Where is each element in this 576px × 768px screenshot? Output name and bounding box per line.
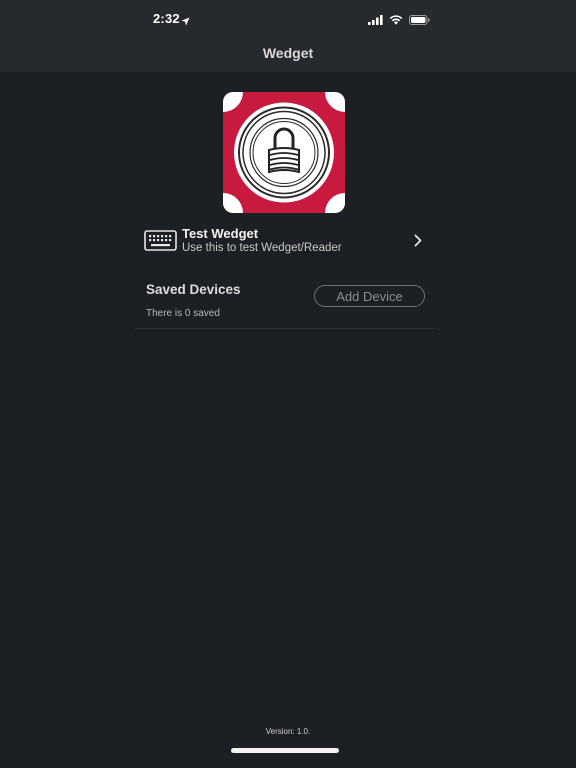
test-widget-title: Test Wedget <box>182 226 259 241</box>
location-arrow-icon <box>181 13 190 31</box>
section-divider <box>135 328 434 329</box>
test-widget-row[interactable]: Test Wedget Use this to test Wedget/Read… <box>144 226 434 260</box>
padlock-logo <box>223 92 345 213</box>
chevron-right-icon <box>414 234 422 252</box>
app-screen: 2:32 Wedget Test Wedget Use this to test… <box>0 0 576 768</box>
saved-devices-heading: Saved Devices <box>146 282 241 297</box>
add-device-button[interactable]: Add Device <box>314 285 425 307</box>
top-bar: 2:32 Wedget <box>0 0 576 72</box>
keyboard-icon <box>144 230 177 256</box>
battery-icon <box>409 12 430 30</box>
status-time: 2:32 <box>153 11 180 26</box>
status-icons <box>368 12 430 30</box>
saved-devices-count: There is 0 saved <box>146 308 220 319</box>
wifi-icon <box>389 12 403 30</box>
test-widget-subtitle: Use this to test Wedget/Reader <box>182 242 342 254</box>
signal-icon <box>368 12 383 30</box>
version-label: Version: 1.0. <box>265 727 311 736</box>
nav-title: Wedget <box>262 45 314 61</box>
home-indicator[interactable] <box>231 748 339 753</box>
